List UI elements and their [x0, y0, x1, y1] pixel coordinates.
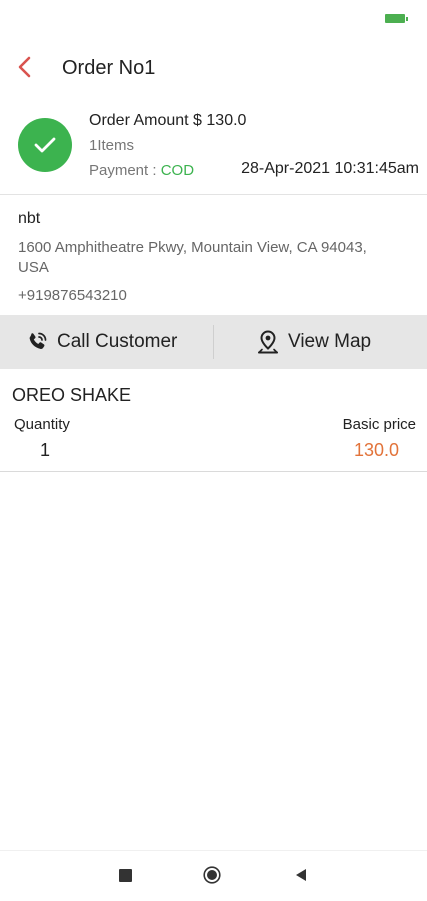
quantity-label: Quantity [14, 416, 70, 433]
order-datetime: 28-Apr-2021 10:31:45am [241, 160, 419, 177]
home-circle-icon [203, 866, 221, 884]
check-icon [34, 137, 56, 153]
home-button[interactable] [203, 866, 221, 884]
customer-name: nbt [18, 210, 41, 227]
action-divider [213, 325, 214, 359]
order-items-count: 1Items [89, 137, 135, 154]
back-button[interactable] [14, 52, 38, 82]
basic-price-label: Basic price [342, 416, 416, 433]
system-nav-bar [0, 850, 427, 901]
item-name: OREO SHAKE [12, 385, 132, 405]
map-pin-icon [258, 330, 278, 354]
battery-icon [385, 14, 408, 23]
payment-method: COD [160, 162, 195, 179]
customer-address: 1600 Amphitheatre Pkwy, Mountain View, C… [18, 239, 367, 276]
recents-button[interactable] [119, 869, 132, 882]
order-item: OREO SHAKE Quantity 1 Basic price 130.0 [0, 369, 427, 472]
customer-phone: +919876543210 [18, 287, 127, 304]
payment-info: Payment : COD [89, 162, 194, 179]
call-customer-button[interactable]: Call Customer [25, 315, 177, 369]
order-summary: Order Amount $ 130.0 1Items Payment : CO… [0, 98, 427, 195]
customer-info: nbt 1600 Amphitheatre Pkwy, Mountain Vie… [0, 195, 427, 315]
phone-call-icon [29, 332, 47, 349]
view-map-label: View Map [288, 331, 372, 352]
system-back-button[interactable] [293, 867, 309, 883]
status-bar [0, 0, 427, 36]
chevron-left-icon [18, 56, 31, 78]
page-title: Order No1 [62, 57, 156, 79]
action-bar: Call Customer View Map [0, 315, 427, 369]
payment-label: Payment : [89, 162, 161, 179]
triangle-back-icon [296, 869, 306, 881]
app-header: Order No1 [0, 36, 427, 98]
call-customer-label: Call Customer [57, 331, 178, 352]
view-map-button[interactable]: View Map [256, 315, 371, 369]
order-status-badge [18, 118, 72, 172]
basic-price-value: 130.0 [353, 440, 399, 460]
quantity-value: 1 [40, 440, 51, 460]
order-amount: Order Amount $ 130.0 [89, 112, 247, 129]
